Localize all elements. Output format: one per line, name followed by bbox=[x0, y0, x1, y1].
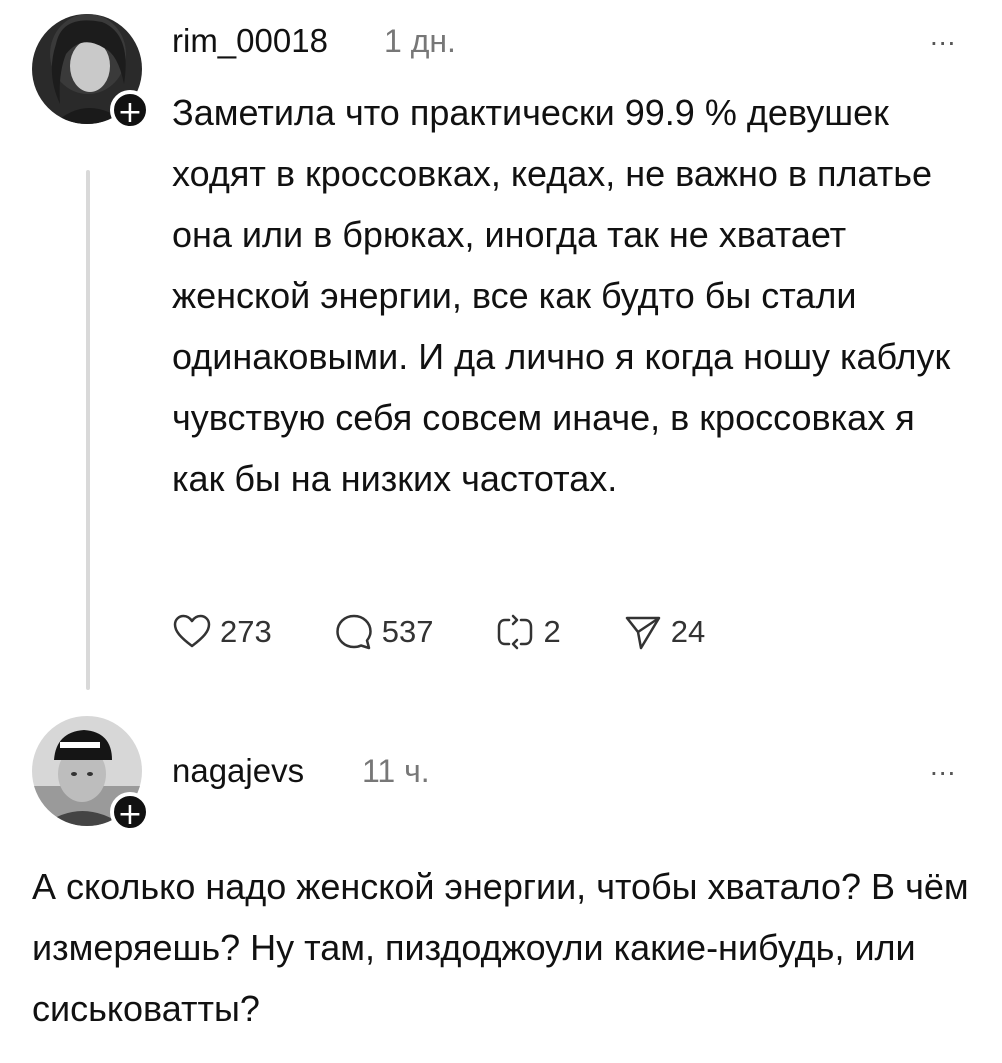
comment-bubble-icon bbox=[335, 614, 372, 650]
repost-count: 2 bbox=[543, 614, 561, 649]
username[interactable]: nagajevs bbox=[172, 752, 304, 790]
username[interactable]: rim_00018 bbox=[172, 22, 328, 60]
thread-line bbox=[86, 170, 90, 690]
comment-button[interactable]: 537 bbox=[334, 612, 434, 652]
send-icon bbox=[625, 616, 660, 650]
repost-icon bbox=[498, 614, 533, 650]
more-dots-icon[interactable]: ... bbox=[930, 20, 956, 52]
avatar[interactable]: + bbox=[32, 716, 150, 832]
post-actions: 273 537 2 24 bbox=[172, 612, 767, 652]
post-1: + rim_00018 1 дн. ... Заметила что практ… bbox=[0, 0, 1002, 700]
post-time: 1 дн. bbox=[384, 23, 456, 59]
post-text: Заметила что практически 99.9 % девушек … bbox=[172, 92, 951, 499]
follow-plus-icon[interactable]: + bbox=[110, 792, 150, 832]
like-count: 273 bbox=[220, 614, 272, 649]
post-time: 11 ч. bbox=[362, 753, 430, 789]
share-button[interactable]: 24 bbox=[623, 612, 705, 652]
more-dots-icon[interactable]: ... bbox=[930, 750, 956, 782]
post-2: + nagajevs 11 ч. ... А сколько надо женс… bbox=[0, 700, 1002, 1063]
heart-icon bbox=[173, 614, 211, 648]
post-text: А сколько надо женской энергии, чтобы хв… bbox=[32, 866, 969, 1029]
follow-plus-icon[interactable]: + bbox=[110, 90, 150, 130]
comment-count: 537 bbox=[381, 614, 434, 649]
repost-button[interactable]: 2 bbox=[495, 612, 561, 652]
avatar[interactable]: + bbox=[32, 14, 150, 130]
share-count: 24 bbox=[670, 614, 706, 649]
like-button[interactable]: 273 bbox=[172, 612, 272, 652]
